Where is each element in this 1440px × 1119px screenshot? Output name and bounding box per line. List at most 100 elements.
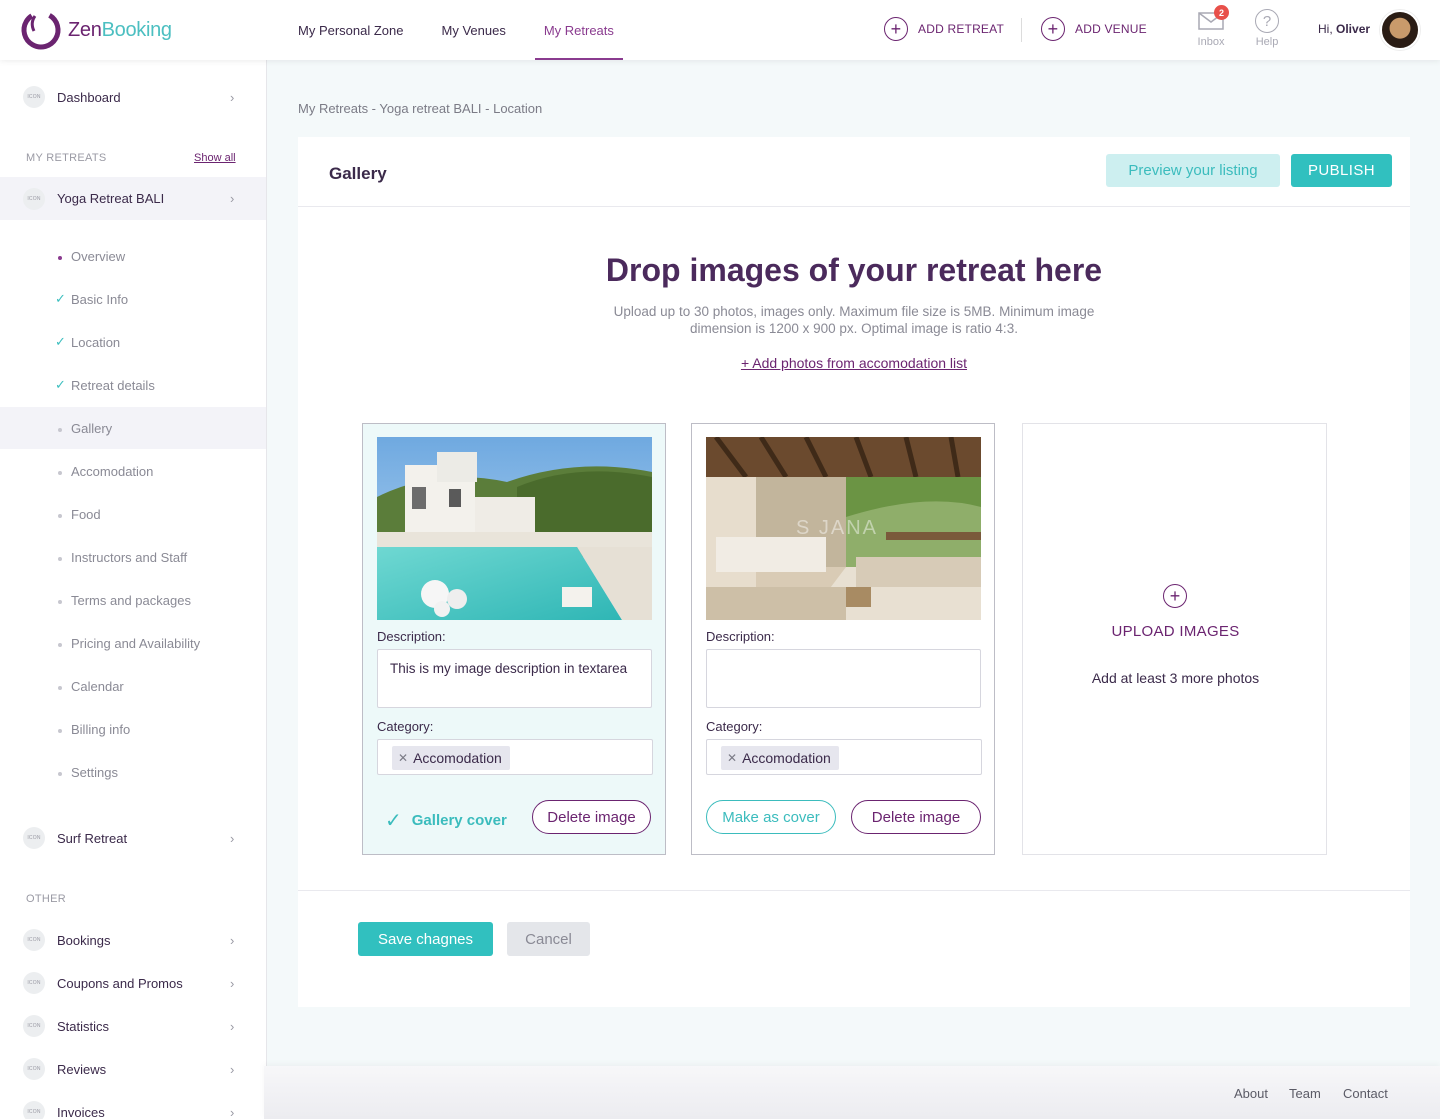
status-dot-icon — [55, 550, 65, 564]
help-label: Help — [1255, 36, 1279, 48]
upload-images-dropzone[interactable]: + UPLOAD IMAGES Add at least 3 more phot… — [1022, 423, 1327, 855]
status-dot-icon — [55, 636, 65, 650]
bedroom-terrace-photo[interactable]: S JANA — [706, 437, 981, 620]
sidebar-item-label: Coupons and Promos — [57, 975, 183, 991]
category-tag: ✕ Accomodation — [392, 746, 510, 770]
drop-zone-description: Upload up to 30 photos, images only. Max… — [613, 304, 1095, 336]
footer-team-link[interactable]: Team — [1289, 1086, 1321, 1101]
villa-pool-photo[interactable] — [377, 437, 652, 620]
sidebar-item-label: Reviews — [57, 1061, 107, 1077]
footer-contact-link[interactable]: Contact — [1343, 1086, 1388, 1101]
sidebar-item-bookings[interactable]: ICON Bookings › — [0, 919, 266, 961]
sidebar-sub-label: Terms and packages — [71, 592, 191, 608]
retreat-icon: ICON — [23, 187, 45, 210]
chevron-right-icon: › — [230, 1104, 235, 1119]
sidebar-sub-label: Basic Info — [71, 291, 129, 307]
add-venue-button[interactable]: + ADD VENUE — [1041, 17, 1147, 41]
show-all-link[interactable]: Show all — [194, 152, 236, 164]
sidebar-sub-label: Pricing and Availability — [71, 635, 201, 651]
photo-watermark: S JANA — [796, 517, 878, 539]
sidebar-sub-billing[interactable]: Billing info — [0, 708, 266, 750]
sidebar-sub-pricing[interactable]: Pricing and Availability — [0, 622, 266, 664]
status-dot-icon — [55, 722, 65, 736]
sidebar-item-reviews[interactable]: ICON Reviews › — [0, 1048, 266, 1090]
save-changes-button[interactable]: Save chagnes — [358, 922, 493, 956]
logo-mark-icon — [20, 9, 62, 51]
plus-circle-icon: + — [884, 17, 908, 41]
zenbooking-logo[interactable]: ZenBooking — [20, 9, 172, 51]
check-icon: ✓ — [55, 377, 66, 392]
delete-image-button[interactable]: Delete image — [851, 800, 981, 834]
sidebar-sub-retreat-details[interactable]: ✓ Retreat details — [0, 364, 266, 406]
make-cover-button[interactable]: Make as cover — [706, 800, 836, 834]
sidebar-item-surf-retreat[interactable]: ICON Surf Retreat › — [0, 817, 266, 859]
status-dot-icon — [55, 249, 65, 263]
user-name: Oliver — [1336, 22, 1371, 36]
add-retreat-button[interactable]: + ADD RETREAT — [884, 17, 1004, 41]
sidebar-sub-basic-info[interactable]: ✓ Basic Info — [0, 278, 266, 320]
footer-about-link[interactable]: About — [1234, 1086, 1268, 1101]
sidebar-sub-accomodation[interactable]: Accomodation — [0, 450, 266, 492]
page-footer: About Team Contact — [264, 1066, 1440, 1119]
delete-image-button[interactable]: Delete image — [532, 800, 651, 834]
envelope-icon: 2 — [1198, 5, 1229, 34]
gallery-cover-indicator: ✓ Gallery cover — [385, 808, 507, 833]
sidebar-item-statistics[interactable]: ICON Statistics › — [0, 1005, 266, 1047]
chevron-right-icon: › — [230, 89, 235, 105]
dashboard-icon: ICON — [23, 86, 45, 108]
add-venue-label: ADD VENUE — [1075, 22, 1147, 36]
add-photos-from-accomodation-link: + Add photos from accomodation list — [298, 355, 1410, 371]
close-icon[interactable]: ✕ — [398, 751, 408, 765]
inbox-button[interactable]: 2 Inbox — [1191, 5, 1231, 48]
nav-my-venues[interactable]: My Venues — [423, 0, 525, 60]
nav-my-retreats[interactable]: My Retreats — [525, 0, 633, 60]
sidebar-sub-label: Billing info — [71, 721, 131, 737]
check-icon: ✓ — [385, 810, 402, 832]
gallery-image-card: Description: This is my image descriptio… — [362, 423, 666, 855]
help-icon: ? — [1254, 8, 1280, 34]
category-select[interactable]: ✕ Accomodation — [706, 739, 982, 775]
help-button[interactable]: ? Help — [1247, 8, 1287, 48]
preview-listing-button[interactable]: Preview your listing — [1106, 154, 1280, 187]
retreat-icon: ICON — [23, 827, 45, 849]
section-my-retreats: MY RETREATS — [26, 152, 107, 164]
section-other: OTHER — [26, 893, 66, 905]
sidebar-sub-food[interactable]: Food — [0, 493, 266, 535]
add-photos-link-text[interactable]: + Add photos from accomodation list — [741, 355, 967, 371]
category-select[interactable]: ✕ Accomodation — [377, 739, 653, 775]
chevron-right-icon: › — [230, 975, 235, 991]
sidebar-sub-label: Food — [71, 506, 101, 522]
sidebar-sub-instructors[interactable]: Instructors and Staff — [0, 536, 266, 578]
sidebar-sub-label: Accomodation — [71, 463, 154, 479]
sidebar-sub-terms[interactable]: Terms and packages — [0, 579, 266, 621]
sidebar-item-coupons[interactable]: ICON Coupons and Promos › — [0, 962, 266, 1004]
status-dot-icon — [55, 679, 65, 693]
user-greeting: Hi, Oliver — [1318, 22, 1370, 36]
category-tag-label: Accomodation — [742, 750, 831, 766]
sidebar-sub-gallery[interactable]: Gallery — [0, 407, 266, 449]
category-label: Category: — [706, 719, 763, 734]
sidebar-sub-label: Calendar — [71, 678, 124, 694]
sidebar-item-invoices[interactable]: ICON Invoices › — [0, 1091, 266, 1119]
sidebar-item-yoga-retreat-bali[interactable]: ICON Yoga Retreat BALI › — [0, 177, 266, 220]
avatar[interactable] — [1380, 10, 1420, 50]
page-title: Gallery — [329, 164, 387, 183]
sidebar-item-dashboard[interactable]: ICON Dashboard › — [0, 76, 266, 118]
description-label: Description: — [377, 629, 446, 644]
sidebar-sub-overview[interactable]: Overview — [0, 235, 266, 277]
sidebar-sub-settings[interactable]: Settings — [0, 751, 266, 793]
close-icon[interactable]: ✕ — [727, 751, 737, 765]
cancel-button[interactable]: Cancel — [507, 922, 590, 956]
header-divider — [1021, 18, 1022, 42]
description-textarea[interactable]: This is my image description in textarea — [377, 649, 652, 708]
publish-button[interactable]: PUBLISH — [1291, 154, 1392, 187]
logo-text: ZenBooking — [68, 19, 172, 42]
nav-my-personal-zone[interactable]: My Personal Zone — [279, 0, 423, 60]
check-icon: ✓ — [55, 291, 66, 306]
sidebar-item-label: Surf Retreat — [57, 830, 128, 846]
sidebar-sub-calendar[interactable]: Calendar — [0, 665, 266, 707]
description-textarea[interactable] — [706, 649, 981, 708]
bookings-icon: ICON — [23, 929, 45, 951]
check-icon: ✓ — [55, 334, 66, 349]
sidebar-sub-location[interactable]: ✓ Location — [0, 321, 266, 363]
